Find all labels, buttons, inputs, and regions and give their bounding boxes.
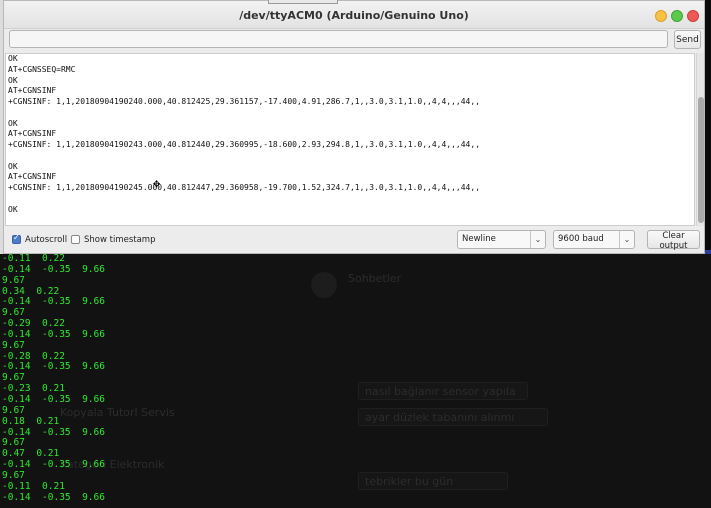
timestamp-label: Show timestamp [84, 235, 156, 245]
output-line: OK [8, 204, 18, 214]
output-line: OK [8, 161, 18, 171]
scrollbar-thumb[interactable] [698, 97, 704, 223]
minimize-button[interactable] [655, 10, 667, 22]
chevron-down-icon: ⌄ [619, 231, 634, 248]
send-button[interactable]: Send [674, 30, 701, 49]
baud-rate-select[interactable]: 9600 baud ⌄ [553, 230, 635, 249]
line-ending-select[interactable]: Newline ⌄ [457, 230, 546, 249]
chevron-down-icon: ⌄ [530, 231, 545, 248]
title-notch [268, 0, 338, 4]
maximize-button[interactable] [671, 10, 683, 22]
output-line: OK [8, 75, 18, 85]
window-edge-accent [705, 250, 711, 254]
bottom-bar: Autoscroll Show timestamp Newline ⌄ 9600… [4, 227, 704, 254]
output-line: AT+CGNSINF [8, 86, 57, 96]
move-cursor-icon: ✥ [152, 180, 161, 190]
ghost-text: Sohbetler [348, 272, 402, 285]
output-line: +CGNSINF: 1,1,20180904190243.000,40.8124… [8, 140, 481, 149]
title-bar[interactable]: /dev/ttyACM0 (Arduino/Genuino Uno) [4, 0, 704, 29]
output-line: AT+CGNSSEQ=RMC [8, 64, 76, 74]
clear-output-button[interactable]: Clear output [647, 230, 700, 251]
timestamp-checkbox[interactable] [71, 235, 80, 244]
autoscroll-label: Autoscroll [25, 235, 68, 245]
send-row: Send [4, 29, 704, 53]
window-title: /dev/ttyACM0 (Arduino/Genuino Uno) [239, 9, 469, 22]
send-input[interactable] [9, 30, 668, 48]
serial-output[interactable]: OK AT+CGNSSEQ=RMC OK AT+CGNSINF +CGNSINF… [5, 53, 695, 226]
terminal-line: 0.18 0.21 [2, 415, 60, 427]
terminal-line: 9.67 [2, 339, 25, 351]
terminal-line: -0.14 -0.35 9.66 [2, 491, 105, 503]
output-line: +CGNSINF: 1,1,20180904190240.000,40.8124… [8, 97, 481, 106]
ghost-text: nasıl bağlanır sensor yapıla [365, 385, 516, 398]
terminal-line: 9.67 [2, 274, 25, 286]
serial-monitor-window: /dev/ttyACM0 (Arduino/Genuino Uno) Send … [3, 0, 705, 254]
autoscroll-checkbox[interactable] [12, 233, 21, 244]
output-line: +CGNSINF: 1,1,20180904190245.000,40.8124… [8, 183, 481, 192]
baud-rate-value: 9600 baud [558, 234, 604, 244]
ghost-text: ayar düzlek tabanını alınmı [365, 411, 515, 424]
output-line: AT+CGNSINF [8, 129, 57, 139]
terminal-line: -0.11 0.21 [2, 480, 65, 492]
ghost-avatar [311, 272, 337, 298]
output-line: AT+CGNSINF [8, 172, 57, 182]
terminal-output[interactable]: -0.11 0.22 -0.14 -0.35 9.66 9.67 0.34 0.… [0, 254, 108, 508]
ghost-text: tebrikler bu gün [365, 475, 454, 488]
output-scrollbar[interactable] [696, 53, 704, 226]
close-button[interactable] [687, 10, 699, 22]
line-ending-value: Newline [462, 234, 496, 244]
output-line: OK [8, 118, 18, 128]
output-line: OK [8, 54, 18, 63]
